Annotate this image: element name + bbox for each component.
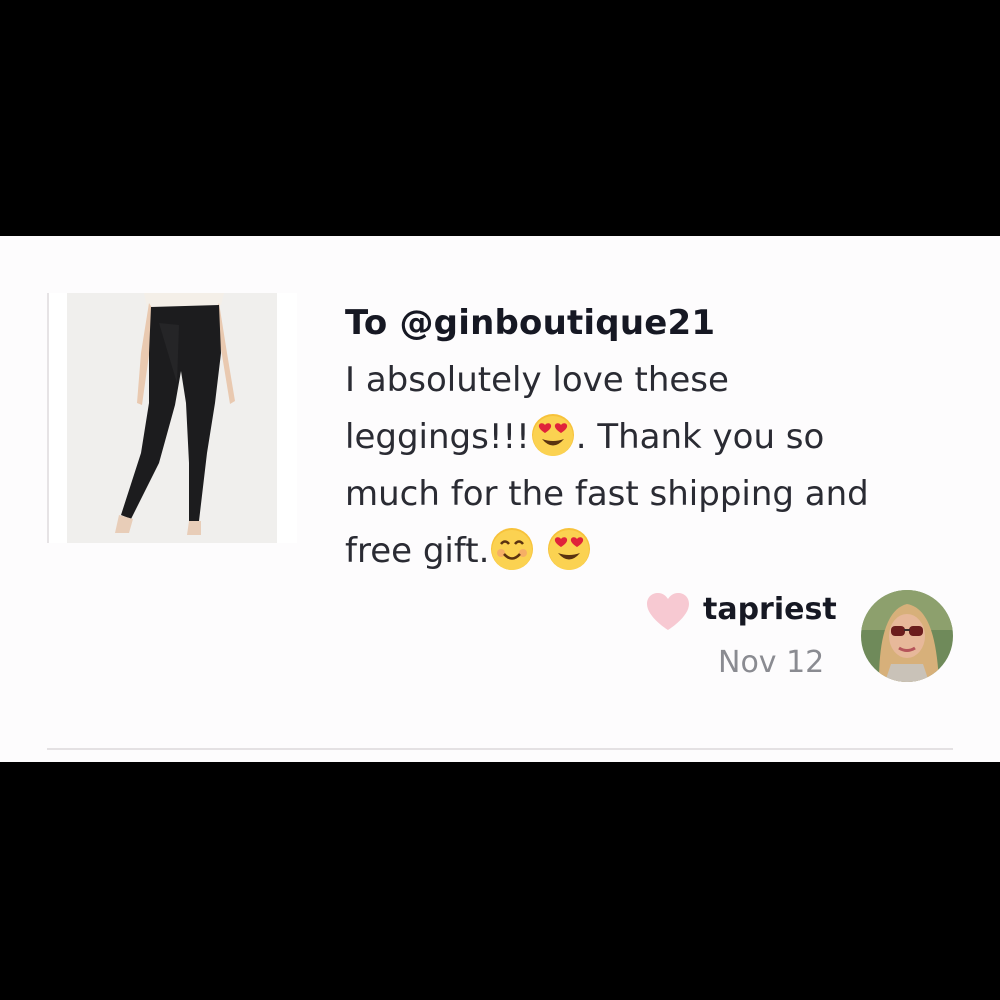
like-heart-icon[interactable]: [645, 592, 691, 632]
product-image[interactable]: [47, 293, 297, 543]
smiling-emoji-icon: [489, 526, 535, 572]
comment-recipient[interactable]: To @ginboutique21: [345, 298, 945, 348]
author-avatar[interactable]: [861, 590, 953, 682]
heart-eyes-emoji-icon: [530, 412, 576, 458]
comment-line-3: much for the fast shipping and: [345, 474, 869, 514]
comment-card: To @ginboutique21 I absolutely love thes…: [0, 236, 1000, 762]
comment-line-4: free gift.: [345, 531, 490, 571]
comment-line-2a: leggings!!!: [345, 417, 530, 457]
comment-line-1: I absolutely love these: [345, 360, 729, 400]
heart-eyes-emoji-icon: [546, 526, 592, 572]
comment-date: Nov 12: [718, 645, 825, 680]
author-username[interactable]: tapriest: [703, 592, 837, 627]
divider: [47, 748, 953, 750]
comment-body: I absolutely love these leggings!!! . Tha…: [345, 352, 945, 580]
comment-line-2b: . Thank you so: [575, 417, 825, 457]
comment-text: To @ginboutique21 I absolutely love thes…: [345, 298, 945, 580]
